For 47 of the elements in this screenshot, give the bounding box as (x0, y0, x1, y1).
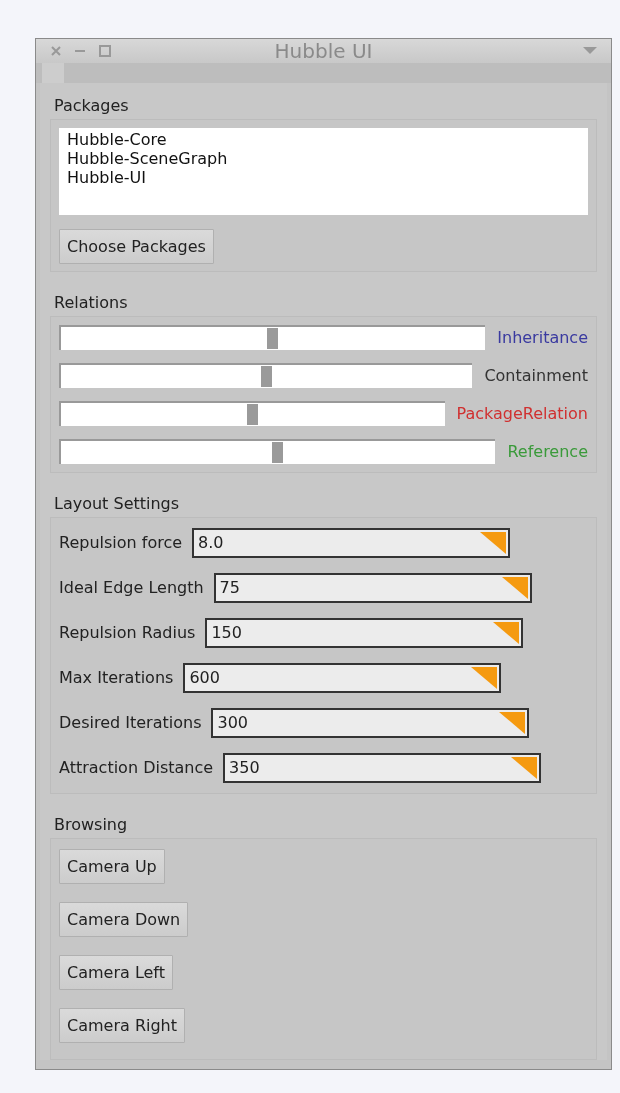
section-title: Relations (53, 292, 129, 314)
input-field[interactable]: 150 (205, 617, 524, 648)
corner-triangle-icon (511, 756, 538, 779)
package-list[interactable]: Hubble-Core Hubble-SceneGraph Hubble-UI (59, 128, 588, 215)
slider-label: Containment (484, 365, 588, 385)
close-icon[interactable] (50, 45, 62, 57)
maximize-icon[interactable] (98, 44, 112, 58)
field-label: Desired Iterations (59, 713, 202, 732)
list-item[interactable]: Hubble-UI (67, 168, 580, 187)
slider-label: Reference (507, 441, 588, 461)
corner-triangle-icon (471, 666, 498, 689)
slider-thumb[interactable] (267, 327, 279, 349)
input-field[interactable]: 300 (211, 707, 530, 738)
window-title: Hubble UI (274, 39, 373, 63)
slider-thumb[interactable] (260, 365, 272, 387)
field-label: Repulsion Radius (59, 623, 196, 642)
choose-packages-button[interactable]: Choose Packages (59, 229, 214, 264)
slider-label: Inheritance (497, 327, 588, 347)
slider[interactable] (59, 324, 486, 350)
list-item[interactable]: Hubble-Core (67, 130, 580, 149)
camera-button[interactable]: Camera Up (59, 849, 165, 884)
input-field[interactable]: 600 (183, 662, 502, 693)
field-label: Attraction Distance (59, 758, 214, 777)
slider-thumb[interactable] (246, 403, 258, 425)
slider-thumb[interactable] (272, 441, 284, 463)
input-field[interactable]: 350 (223, 752, 542, 783)
camera-button[interactable]: Camera Right (59, 1008, 185, 1043)
field-label: Max Iterations (59, 668, 174, 687)
dropdown-caret-icon[interactable] (583, 47, 597, 55)
slider[interactable] (59, 438, 496, 464)
input-field[interactable]: 75 (213, 572, 532, 603)
section-title: Layout Settings (53, 493, 181, 515)
slider[interactable] (59, 362, 473, 388)
camera-button[interactable]: Camera Down (59, 902, 189, 937)
corner-triangle-icon (493, 621, 520, 644)
input-field[interactable]: 8.0 (192, 527, 511, 558)
section-title: Packages (53, 95, 130, 117)
section-title: Browsing (53, 814, 129, 836)
field-label: Ideal Edge Length (59, 578, 204, 597)
corner-triangle-icon (501, 576, 528, 599)
slider[interactable] (59, 400, 445, 426)
field-label: Repulsion force (59, 533, 183, 552)
slider-label: PackageRelation (456, 403, 588, 423)
corner-triangle-icon (499, 711, 526, 734)
list-item[interactable]: Hubble-SceneGraph (67, 149, 580, 168)
camera-button[interactable]: Camera Left (59, 955, 173, 990)
corner-triangle-icon (480, 531, 507, 554)
